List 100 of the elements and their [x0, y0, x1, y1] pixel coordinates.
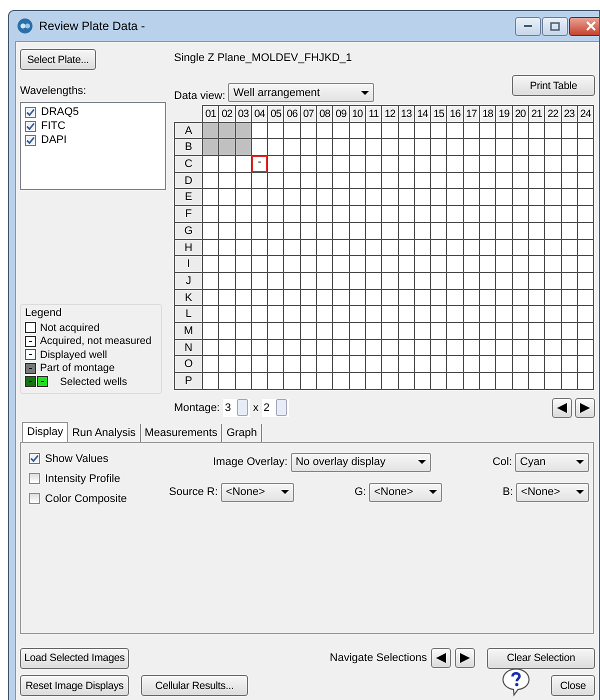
- well-cell[interactable]: [300, 356, 316, 372]
- well-cell[interactable]: [268, 356, 284, 372]
- well-cell[interactable]: [496, 189, 512, 206]
- well-cell[interactable]: [236, 272, 251, 289]
- well-cell[interactable]: [496, 139, 512, 156]
- well-cell[interactable]: [545, 272, 561, 289]
- well-cell[interactable]: [317, 222, 332, 238]
- well-cell[interactable]: [480, 240, 496, 256]
- next-button[interactable]: [575, 398, 595, 418]
- well-cell[interactable]: [252, 373, 268, 389]
- well-cell[interactable]: [236, 322, 251, 339]
- well-cell[interactable]: [528, 272, 544, 289]
- well-cell[interactable]: [562, 322, 577, 339]
- well-cell[interactable]: [431, 306, 446, 322]
- well-cell[interactable]: [562, 172, 577, 188]
- select-plate-button[interactable]: Select Plate...: [20, 49, 96, 70]
- well-cell[interactable]: [562, 206, 577, 222]
- well-cell[interactable]: [447, 222, 463, 238]
- well-cell[interactable]: [219, 240, 235, 256]
- well-cell[interactable]: [398, 222, 414, 238]
- well-cell[interactable]: [382, 206, 398, 222]
- well-cell[interactable]: [528, 356, 544, 372]
- well-cell[interactable]: [545, 340, 561, 356]
- minimize-button[interactable]: [515, 16, 541, 36]
- well-cell[interactable]: [431, 189, 446, 206]
- well-cell[interactable]: [333, 322, 349, 339]
- well-cell[interactable]: [464, 122, 480, 138]
- well-cell[interactable]: [431, 373, 446, 389]
- print-table-button[interactable]: Print Table: [512, 75, 595, 96]
- well-cell[interactable]: [528, 256, 544, 272]
- well-cell[interactable]: [496, 290, 512, 306]
- well-cell[interactable]: [447, 356, 463, 372]
- well-cell[interactable]: [284, 256, 300, 272]
- well-cell[interactable]: [252, 172, 268, 188]
- well-cell[interactable]: [528, 122, 544, 138]
- well-cell[interactable]: [447, 373, 463, 389]
- well-cell[interactable]: [317, 256, 332, 272]
- well-cell[interactable]: [512, 306, 528, 322]
- well-cell[interactable]: [512, 356, 528, 372]
- well-cell[interactable]: [562, 189, 577, 206]
- well-cell[interactable]: [578, 373, 594, 389]
- well-cell[interactable]: [464, 222, 480, 238]
- well-cell[interactable]: [366, 256, 382, 272]
- well-cell[interactable]: [480, 156, 496, 172]
- well-cell[interactable]: [528, 156, 544, 172]
- well-cell[interactable]: [512, 122, 528, 138]
- next-selection-button[interactable]: [455, 648, 475, 668]
- well-cell[interactable]: [252, 189, 268, 206]
- image-overlay-dropdown[interactable]: No overlay display: [290, 452, 431, 472]
- well-cell[interactable]: [398, 122, 414, 138]
- well-cell[interactable]: [252, 206, 268, 222]
- well-cell[interactable]: [562, 356, 577, 372]
- well-cell[interactable]: [431, 322, 446, 339]
- well-cell[interactable]: [512, 156, 528, 172]
- well-cell[interactable]: [447, 340, 463, 356]
- well-cell[interactable]: -: [252, 156, 268, 172]
- well-cell[interactable]: [268, 222, 284, 238]
- well-cell[interactable]: [512, 139, 528, 156]
- well-cell[interactable]: [382, 172, 398, 188]
- well-cell[interactable]: [300, 172, 316, 188]
- load-selected-images-button[interactable]: Load Selected Images: [20, 648, 129, 669]
- well-cell[interactable]: [496, 240, 512, 256]
- well-cell[interactable]: [414, 272, 430, 289]
- maximize-button[interactable]: [542, 16, 568, 36]
- well-cell[interactable]: [300, 373, 316, 389]
- well-cell[interactable]: [219, 172, 235, 188]
- well-cell[interactable]: [366, 222, 382, 238]
- well-cell[interactable]: [236, 172, 251, 188]
- well-cell[interactable]: [431, 139, 446, 156]
- well-cell[interactable]: [268, 240, 284, 256]
- well-cell[interactable]: [317, 240, 332, 256]
- well-cell[interactable]: [578, 156, 594, 172]
- well-cell[interactable]: [382, 156, 398, 172]
- well-cell[interactable]: [366, 156, 382, 172]
- well-cell[interactable]: [382, 306, 398, 322]
- checkbox[interactable]: [29, 453, 40, 464]
- well-cell[interactable]: [496, 322, 512, 339]
- well-cell[interactable]: [414, 256, 430, 272]
- well-cell[interactable]: [578, 290, 594, 306]
- well-cell[interactable]: [414, 122, 430, 138]
- well-cell[interactable]: [284, 156, 300, 172]
- well-cell[interactable]: [545, 322, 561, 339]
- well-cell[interactable]: [350, 356, 365, 372]
- well-cell[interactable]: [480, 189, 496, 206]
- well-cell[interactable]: [512, 373, 528, 389]
- well-cell[interactable]: [236, 206, 251, 222]
- well-cell[interactable]: [545, 156, 561, 172]
- well-cell[interactable]: [333, 172, 349, 188]
- well-cell[interactable]: [350, 340, 365, 356]
- well-cell[interactable]: [366, 122, 382, 138]
- well-cell[interactable]: [464, 373, 480, 389]
- well-cell[interactable]: [398, 290, 414, 306]
- well-cell[interactable]: [562, 256, 577, 272]
- well-cell[interactable]: [431, 240, 446, 256]
- well-cell[interactable]: [545, 373, 561, 389]
- well-cell[interactable]: [578, 340, 594, 356]
- well-cell[interactable]: [512, 222, 528, 238]
- well-cell[interactable]: [333, 240, 349, 256]
- well-cell[interactable]: [382, 356, 398, 372]
- well-cell[interactable]: [398, 322, 414, 339]
